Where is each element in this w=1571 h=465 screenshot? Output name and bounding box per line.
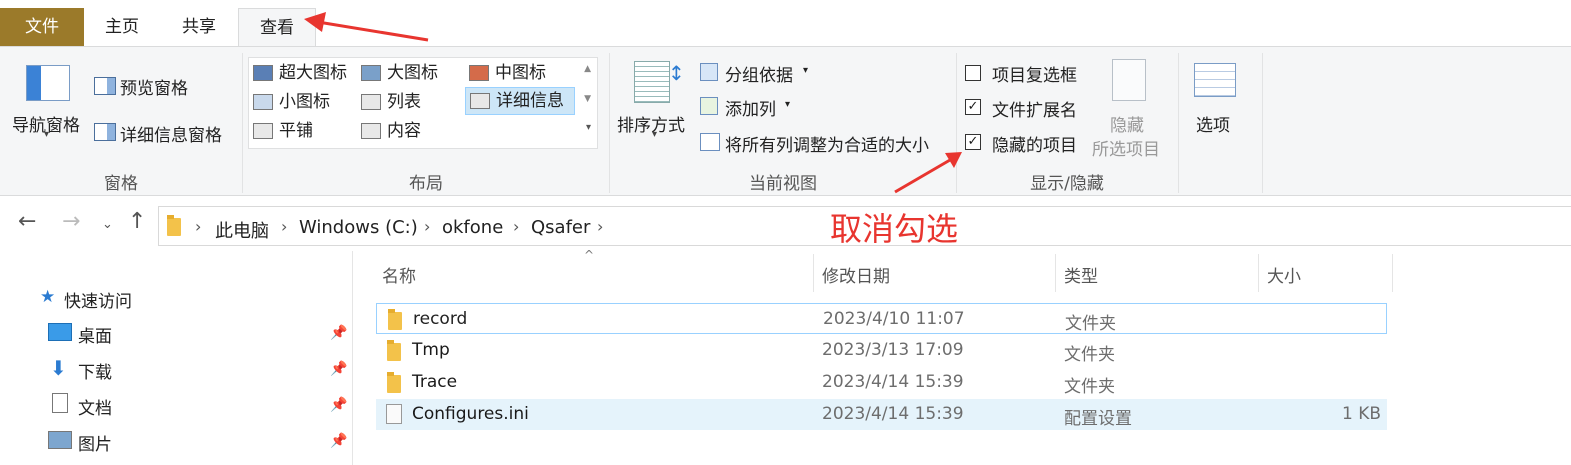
arrow-to-view-tab-icon [304,12,429,42]
annotation-arrows [304,12,962,194]
arrow-to-hidden-items-icon [894,152,962,194]
annotation-label: 取消勾选 [830,210,959,248]
